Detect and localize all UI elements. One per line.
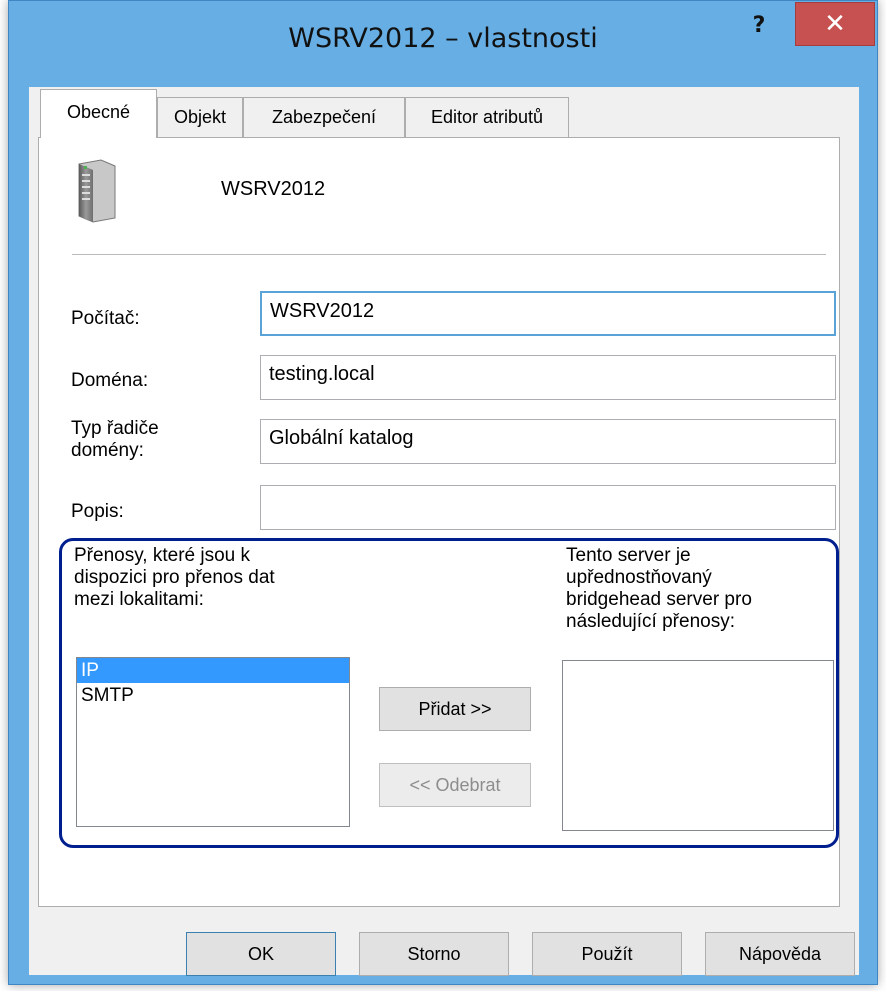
header-divider [72, 254, 826, 255]
properties-dialog: WSRV2012 – vlastnosti ? ✕ Obecné Objekt … [0, 0, 886, 991]
description-field[interactable] [260, 485, 836, 530]
server-icon [78, 159, 116, 223]
preferred-transports-label-line3: bridgehead server pro [566, 589, 752, 610]
tab-attribute-editor[interactable]: Editor atributů [405, 97, 569, 137]
available-transports-label-line3: mezi lokalitami: [74, 589, 204, 610]
tab-security[interactable]: Zabezpečení [243, 97, 405, 137]
help-button[interactable]: Nápověda [705, 932, 855, 976]
list-item-smtp[interactable]: SMTP [77, 683, 349, 708]
help-icon[interactable]: ? [734, 11, 784, 45]
tab-object[interactable]: Objekt [157, 97, 243, 137]
computer-name-heading: WSRV2012 [221, 178, 326, 200]
preferred-transports-label-line4: následující přenosy: [566, 611, 735, 632]
dc-type-label-line2: domény: [71, 440, 144, 461]
tab-general[interactable]: Obecné [40, 89, 157, 138]
domain-field[interactable]: testing.local [260, 355, 836, 400]
preferred-transports-list[interactable] [562, 660, 834, 831]
domain-label: Doména: [71, 370, 149, 391]
apply-button[interactable]: Použít [532, 932, 682, 976]
cancel-button[interactable]: Storno [359, 932, 509, 976]
preferred-transports-label-line1: Tento server je [566, 545, 691, 566]
dc-type-label-line1: Typ řadiče [71, 418, 159, 439]
dialog-client-area: Obecné Objekt Zabezpečení Editor atribut… [29, 87, 859, 976]
computer-field[interactable]: WSRV2012 [260, 291, 836, 336]
available-transports-label-line2: dispozici pro přenos dat [74, 567, 275, 588]
available-transports-label-line1: Přenosy, které jsou k [74, 545, 251, 566]
tab-panel-general: WSRV2012 Počítač: WSRV2012 Doména: testi… [38, 137, 840, 907]
dc-type-field[interactable]: Globální katalog [260, 419, 836, 464]
remove-transport-button[interactable]: << Odebrat [379, 763, 531, 807]
available-transports-list[interactable]: IP SMTP [76, 657, 350, 827]
description-label: Popis: [71, 501, 124, 522]
preferred-transports-label-line2: upřednostňovaný [566, 567, 712, 588]
add-transport-button[interactable]: Přidat >> [379, 687, 531, 731]
bridgehead-transports-group: Přenosy, které jsou k dispozici pro přen… [59, 538, 839, 848]
window-frame: WSRV2012 – vlastnosti ? ✕ Obecné Objekt … [8, 0, 878, 985]
list-item-ip[interactable]: IP [77, 658, 349, 683]
title-bar[interactable]: WSRV2012 – vlastnosti ? ✕ [9, 1, 877, 87]
computer-label: Počítač: [71, 308, 140, 329]
close-button[interactable]: ✕ [795, 2, 875, 46]
ok-button[interactable]: OK [186, 932, 336, 976]
